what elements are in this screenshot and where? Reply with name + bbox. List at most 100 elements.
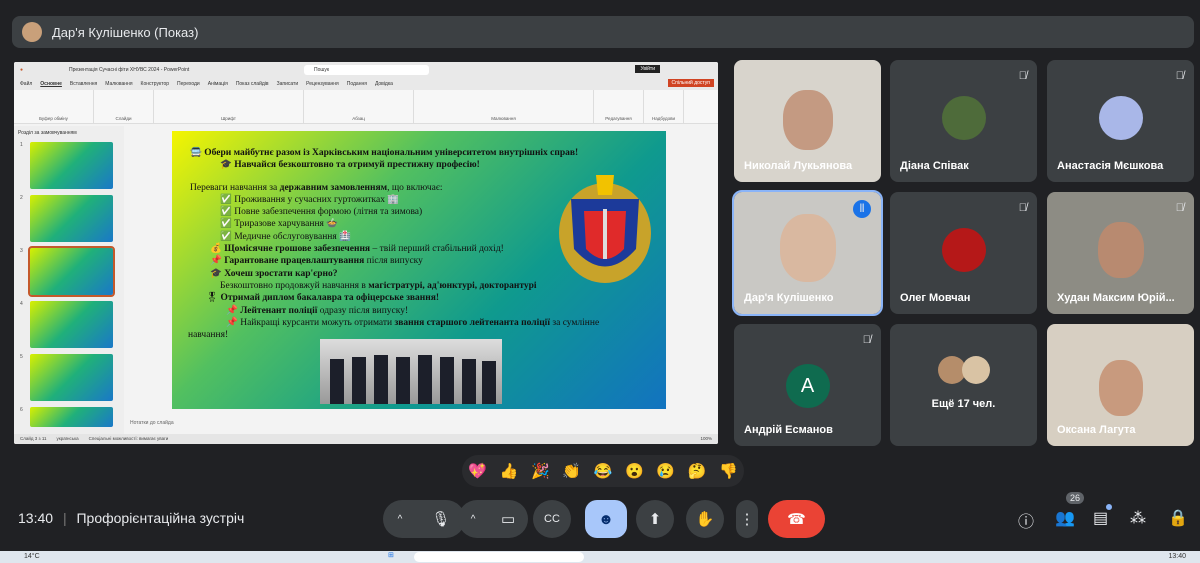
reaction-heart[interactable]: 💖 (468, 462, 487, 480)
reaction-thinking[interactable]: 🤔 (688, 462, 707, 480)
participant-name: Олег Мовчан (900, 292, 971, 304)
avatar (962, 356, 990, 384)
raise-hand-button[interactable]: ✋ (686, 500, 724, 538)
present-button[interactable]: ⬆ (636, 500, 674, 538)
reaction-surprised[interactable]: 😮 (625, 462, 644, 480)
ppt-search[interactable]: Пошук (304, 65, 429, 75)
participant-tile-speaking[interactable]: ⦀ Дар'я Кулішенко (732, 190, 883, 316)
camera-icon[interactable]: ▭ (501, 510, 515, 528)
control-bar: 13:40 | Профорієнтаційна зустріч ^ 🎙 ^ ▭ C… (0, 490, 1200, 548)
captions-icon: CC (544, 513, 560, 525)
chevron-up-icon[interactable]: ^ (398, 514, 403, 525)
slide-count: Слайд 3 з 11 (20, 436, 47, 441)
mic-off-icon: 🎙̸ (862, 334, 871, 346)
ribbon-group: Шрифт (154, 90, 304, 123)
taskbar-search[interactable] (414, 552, 584, 562)
host-controls-icon[interactable]: 🔒 (1168, 508, 1188, 528)
ppt-sign-in[interactable]: Увійти (635, 65, 660, 73)
ppt-tab[interactable]: Конструктор (141, 81, 170, 87)
clock: 13:40 (18, 510, 54, 526)
camera-control[interactable]: ^ ▭ (458, 500, 528, 538)
captions-button[interactable]: CC (533, 500, 571, 538)
ribbon-group: Абзац (304, 90, 414, 123)
ribbon-group: Буфер обміну (14, 90, 94, 123)
divider: | (62, 510, 67, 526)
section-label: Розділ за замовчуванням (18, 130, 77, 136)
ppt-tab[interactable]: Анімація (208, 81, 228, 87)
mic-icon[interactable]: 🎙 (431, 510, 450, 528)
participant-tile[interactable]: 🎙̸ Діана Співак (890, 60, 1037, 182)
zoom-level[interactable]: 100% (700, 436, 712, 442)
participant-tile[interactable]: 🎙̸ Олег Мовчан (890, 192, 1037, 314)
slide-thumb[interactable]: 4 (20, 301, 113, 348)
avatar (22, 22, 42, 42)
presenter-bar: Дар'я Кулішенко (Показ) (12, 16, 1194, 48)
participant-tile[interactable]: Оксана Лагута (1047, 324, 1194, 446)
reaction-thumbs-down[interactable]: 👎 (719, 462, 738, 480)
participant-tile[interactable]: Николай Лукьянова (734, 60, 881, 182)
avatar (941, 228, 986, 272)
slide-thumb[interactable]: 2 (20, 195, 113, 242)
reaction-laugh[interactable]: 😂 (594, 462, 613, 480)
participant-name: Николай Лукьянова (744, 160, 853, 172)
participant-tile[interactable]: 🎙̸ Худан Максим Юрій... (1047, 192, 1194, 314)
mic-off-icon: 🎙̸ (1018, 202, 1027, 214)
ppt-tab[interactable]: Переходи (177, 81, 200, 87)
mic-off-icon: 🎙̸ (1175, 70, 1184, 82)
mic-control[interactable]: ^ 🎙 (383, 500, 465, 538)
taskbar-clock: 13:40 (1168, 553, 1186, 560)
slide-thumb[interactable]: 6 (20, 407, 113, 427)
weather[interactable]: 14°C (24, 553, 40, 560)
more-options-button[interactable]: ⋮ (736, 500, 758, 538)
slide-thumb[interactable]: 1 (20, 142, 113, 189)
participant-tile[interactable]: 🎙̸ A Андрій Есманов (734, 324, 881, 446)
participant-name: Дар'я Кулішенко (744, 292, 834, 304)
people-icon[interactable]: 👥 (1055, 508, 1075, 528)
ppt-tab[interactable]: Основне (40, 81, 62, 87)
ribbon-group: Слайди (94, 90, 154, 123)
ppt-tab[interactable]: Вставлення (70, 81, 97, 87)
notes-pane[interactable]: Нотатки до слайда (124, 414, 718, 434)
share-button[interactable]: Спільний доступ (667, 79, 714, 87)
reactions-bar: 💖 👍 🎉 👏 😂 😮 😢 🤔 👎 (462, 455, 744, 487)
more-participants-label: Ещё 17 чел. (931, 398, 996, 410)
reaction-sad[interactable]: 😢 (656, 462, 675, 480)
ppt-tab[interactable]: Файл (20, 81, 32, 87)
chevron-up-icon[interactable]: ^ (471, 514, 476, 525)
ppt-titlebar: ● Презентація Сучасні фіти ХНУВС 2024 - … (14, 62, 718, 78)
slide-thumb-selected[interactable]: 3 (20, 246, 115, 297)
accessibility[interactable]: Спеціальні можливості: вимагає уваги (89, 436, 169, 442)
info-icon[interactable]: ⓘ (1018, 508, 1034, 532)
reaction-thumbs-up[interactable]: 👍 (500, 462, 519, 480)
reaction-clap[interactable]: 👏 (562, 462, 581, 480)
start-icon[interactable]: ⊞ (388, 551, 394, 559)
emoji-button[interactable]: ☻ (585, 500, 627, 538)
mic-off-icon: 🎙̸ (1175, 202, 1184, 214)
present-icon: ⬆ (648, 511, 662, 528)
chat-unread-dot (1106, 504, 1112, 510)
more-participants-tile[interactable]: Ещё 17 чел. (890, 324, 1037, 446)
ppt-tab[interactable]: Рецензування (306, 81, 339, 87)
avatar (941, 96, 986, 140)
ppt-tab[interactable]: Записати (277, 81, 299, 87)
participant-name: Анастасія Мєшкова (1057, 160, 1164, 172)
ppt-tab[interactable]: Подання (347, 81, 367, 87)
ppt-tab[interactable]: Показ слайдів (236, 81, 269, 87)
chat-icon[interactable]: ▤ (1093, 508, 1108, 528)
ppt-tab[interactable]: Довідка (375, 81, 393, 87)
slide-line: 🚍 Обери майбутнє разом із Харківським на… (190, 148, 579, 158)
activities-icon[interactable]: ⁂ (1130, 508, 1146, 528)
slide-line: 🎖 Отримай диплом бакалавра та офіцерське… (206, 293, 440, 304)
more-vert-icon: ⋮ (739, 511, 755, 528)
participant-tile[interactable]: 🎙̸ Анастасія Мєшкова (1047, 60, 1194, 182)
slide-thumb[interactable]: 5 (20, 354, 113, 401)
windows-taskbar: 14°C ⊞ 13:40 (0, 551, 1200, 563)
avatar: A (785, 364, 830, 408)
participant-name: Діана Співак (900, 160, 969, 172)
ribbon-group: Редагування (594, 90, 644, 123)
reaction-party[interactable]: 🎉 (531, 462, 550, 480)
ppt-tab[interactable]: Малювання (105, 81, 132, 87)
thumb-number: 6 (20, 407, 23, 413)
video-feed (1097, 222, 1144, 278)
leave-call-button[interactable]: ☎ (768, 500, 825, 538)
